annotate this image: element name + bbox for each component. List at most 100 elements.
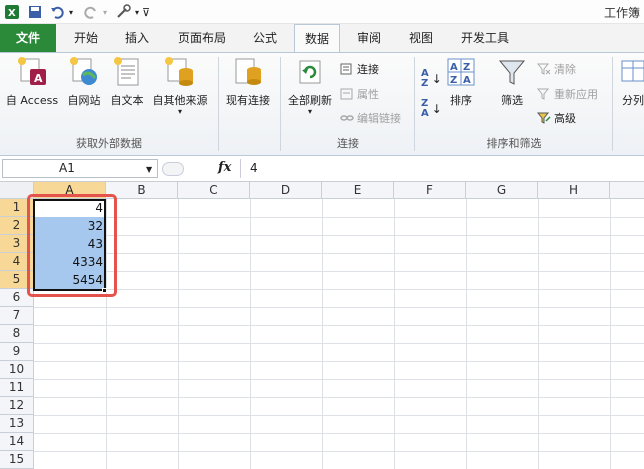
row-header[interactable]: 10: [0, 361, 34, 379]
row-header[interactable]: 8: [0, 325, 34, 343]
column-header-a[interactable]: A: [34, 182, 106, 199]
svg-text:Z: Z: [463, 62, 470, 73]
tab-home[interactable]: 开始: [66, 24, 106, 52]
column-header-d[interactable]: D: [250, 182, 322, 199]
svg-text:X: X: [8, 8, 16, 19]
tab-file[interactable]: 文件: [0, 24, 56, 52]
column-header-i[interactable]: I: [610, 182, 644, 199]
redo-icon[interactable]: [82, 3, 100, 21]
cell-a1[interactable]: 4: [34, 199, 106, 217]
formula-bar-handle[interactable]: [162, 162, 184, 176]
advanced-filter-icon: [536, 111, 551, 125]
reapply-button[interactable]: 重新应用: [536, 86, 598, 102]
formula-bar: A1 ▼ fx 4: [0, 156, 644, 182]
group-divider: [280, 57, 281, 151]
formula-input[interactable]: 4: [250, 161, 258, 175]
tools-icon[interactable]: [114, 3, 132, 21]
chevron-down-icon[interactable]: ▼: [146, 165, 152, 174]
advanced-filter-button[interactable]: 高级: [536, 110, 576, 126]
clear-filter-icon: [536, 62, 551, 76]
group-label-connections: 连接: [337, 137, 359, 150]
from-text-button[interactable]: 自文本: [106, 56, 148, 108]
excel-icon[interactable]: X: [3, 3, 21, 21]
tab-data[interactable]: 数据: [294, 24, 340, 52]
svg-text:A: A: [463, 75, 471, 86]
cell-a5[interactable]: 5454: [34, 271, 106, 289]
row-header[interactable]: 5: [0, 271, 34, 289]
sort-descending-button[interactable]: ZA ↓: [421, 99, 442, 119]
properties-icon: [340, 87, 354, 101]
undo-dropdown-icon[interactable]: ▾: [66, 3, 76, 21]
cell-a2[interactable]: 32: [34, 217, 106, 235]
tab-review[interactable]: 审阅: [348, 24, 390, 52]
cell-a3[interactable]: 43: [34, 235, 106, 253]
tab-developer[interactable]: 开发工具: [452, 24, 518, 52]
tab-formulas[interactable]: 公式: [244, 24, 286, 52]
formula-bar-divider: [240, 159, 241, 178]
chevron-down-icon: ▾: [177, 107, 182, 116]
column-header-g[interactable]: G: [466, 182, 538, 199]
svg-text:A: A: [34, 72, 43, 85]
ribbon: A 自 Access 自网站 自文本 自其他来源 ▾ 获取外部数据 现有连接 全…: [0, 52, 644, 156]
gridline: [610, 199, 611, 469]
column-header-c[interactable]: C: [178, 182, 250, 199]
row-header[interactable]: 2: [0, 217, 34, 235]
ribbon-tabs: 文件 开始 插入 页面布局 公式 数据 审阅 视图 开发工具: [0, 24, 644, 52]
clear-filter-button[interactable]: 清除: [536, 61, 576, 77]
connections-button[interactable]: 连接: [340, 61, 379, 77]
gridline: [34, 415, 644, 416]
column-header-h[interactable]: H: [538, 182, 610, 199]
row-header[interactable]: 11: [0, 379, 34, 397]
column-header-e[interactable]: E: [322, 182, 394, 199]
properties-button[interactable]: 属性: [340, 86, 379, 102]
gridline: [34, 217, 644, 218]
gridline: [34, 271, 644, 272]
gridline: [34, 253, 644, 254]
fill-handle[interactable]: [102, 288, 107, 293]
row-header[interactable]: 6: [0, 289, 34, 307]
gridline: [34, 235, 644, 236]
row-header[interactable]: 4: [0, 253, 34, 271]
select-all-corner[interactable]: [0, 182, 34, 199]
row-header[interactable]: 13: [0, 415, 34, 433]
customize-qat-icon[interactable]: ⊽: [140, 3, 152, 21]
cell-a4[interactable]: 4334: [34, 253, 106, 271]
sort-button[interactable]: AZZA 排序: [444, 56, 478, 108]
svg-text:A: A: [450, 62, 458, 73]
save-icon[interactable]: [26, 3, 44, 21]
gridline: [538, 199, 539, 469]
tab-view[interactable]: 视图: [400, 24, 442, 52]
from-web-button[interactable]: 自网站: [62, 56, 106, 108]
gridline: [322, 199, 323, 469]
row-header[interactable]: 14: [0, 433, 34, 451]
row-header[interactable]: 1: [0, 199, 34, 217]
insert-function-icon[interactable]: fx: [218, 160, 231, 175]
name-box[interactable]: A1: [2, 159, 158, 178]
text-to-columns-button[interactable]: 分列: [618, 56, 644, 108]
worksheet-grid[interactable]: A B C D E F G H I 1 2 3 4 5 6 7 8 9 10 1…: [0, 182, 644, 469]
link-icon: [340, 111, 354, 125]
existing-connections-button[interactable]: 现有连接: [220, 56, 276, 108]
from-other-sources-button[interactable]: 自其他来源 ▾: [148, 56, 212, 116]
filter-button[interactable]: 筛选: [494, 56, 530, 108]
undo-icon[interactable]: [48, 3, 66, 21]
sort-ascending-button[interactable]: AZ ↓: [421, 69, 442, 89]
edit-links-button[interactable]: 编辑链接: [340, 110, 401, 126]
row-header[interactable]: 9: [0, 343, 34, 361]
tab-insert[interactable]: 插入: [117, 24, 157, 52]
tab-page-layout[interactable]: 页面布局: [170, 24, 234, 52]
row-header[interactable]: 3: [0, 235, 34, 253]
column-header-b[interactable]: B: [106, 182, 178, 199]
row-header[interactable]: 12: [0, 397, 34, 415]
from-access-button[interactable]: A 自 Access: [4, 56, 60, 108]
svg-text:Z: Z: [450, 75, 457, 86]
other-sources-icon: [164, 56, 196, 88]
row-header[interactable]: 15: [0, 451, 34, 469]
redo-dropdown-icon[interactable]: ▾: [100, 3, 110, 21]
refresh-all-button[interactable]: 全部刷新 ▾: [284, 56, 336, 116]
arrow-down-icon: ↓: [431, 102, 442, 116]
row-header[interactable]: 7: [0, 307, 34, 325]
arrow-down-icon: ↓: [431, 72, 442, 86]
sort-z-to-a-icon: ZA: [421, 98, 429, 119]
column-header-f[interactable]: F: [394, 182, 466, 199]
